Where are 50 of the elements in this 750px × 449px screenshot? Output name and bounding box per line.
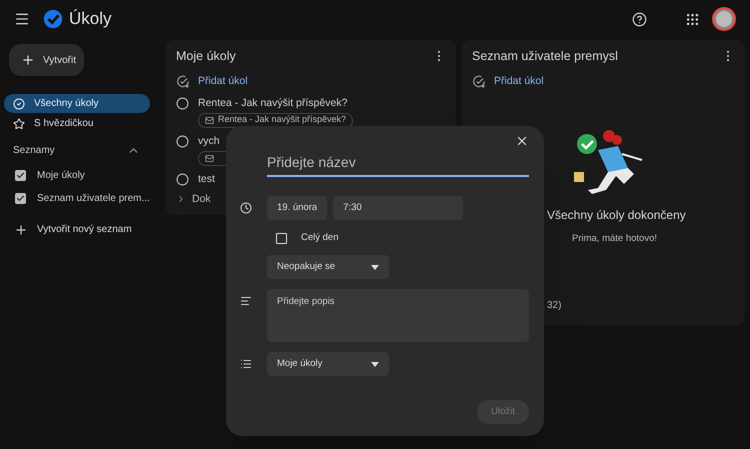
chip-text: Rentea - Jak navýšit příspěvek? xyxy=(218,113,346,126)
list-title: Seznam uživatele premysl xyxy=(472,48,618,65)
title-field[interactable]: Přidejte název xyxy=(267,152,529,177)
help-icon[interactable] xyxy=(632,12,647,26)
task-title[interactable]: Rentea - Jak navýšit příspěvek? xyxy=(198,96,354,110)
task-checkbox[interactable] xyxy=(176,96,189,110)
caret-icon xyxy=(371,362,379,367)
date-button[interactable]: 19. února xyxy=(267,196,328,220)
app-title: Úkoly xyxy=(69,8,112,30)
clock-icon xyxy=(240,202,252,214)
list-checkbox[interactable] xyxy=(15,170,26,181)
add-task-link[interactable]: Přidat úkol xyxy=(494,74,544,90)
add-task-link[interactable]: Přidat úkol xyxy=(198,74,248,90)
list-checkbox[interactable] xyxy=(15,193,26,204)
task-checkbox[interactable] xyxy=(176,172,189,186)
section-title: Seznamy xyxy=(13,144,55,158)
new-list-link[interactable]: Vytvořit nový seznam xyxy=(37,222,132,237)
mail-icon xyxy=(205,116,214,124)
description-field[interactable]: Přidejte popis xyxy=(267,289,529,342)
check-circle-icon xyxy=(13,98,25,110)
list-dropdown[interactable]: Moje úkoly xyxy=(267,352,389,376)
add-task-icon xyxy=(472,74,486,89)
description-icon xyxy=(240,295,252,308)
close-icon[interactable] xyxy=(515,134,529,148)
list-title: Moje úkoly xyxy=(176,48,236,65)
menu-icon[interactable] xyxy=(14,11,30,27)
all-day-label[interactable]: Celý den xyxy=(301,231,338,246)
completed-section-label[interactable]: 32) xyxy=(547,298,745,313)
apps-icon[interactable] xyxy=(685,12,700,26)
list-label[interactable]: Seznam uživatele prem... xyxy=(37,191,150,206)
completed-section-label[interactable]: Dok xyxy=(192,192,211,208)
plus-icon xyxy=(14,222,28,236)
caret-icon xyxy=(371,264,379,270)
empty-state-title: Všechny úkoly dokončeny xyxy=(547,206,687,224)
avatar[interactable] xyxy=(712,7,736,31)
add-task-icon xyxy=(176,74,190,89)
list-label[interactable]: Moje úkoly xyxy=(37,168,85,183)
task-checkbox[interactable] xyxy=(176,134,189,148)
star-icon xyxy=(13,118,25,130)
repeat-dropdown[interactable]: Neopakuje se xyxy=(267,255,389,280)
mail-icon xyxy=(205,154,214,162)
empty-state-text: Prima, máte hotovo! xyxy=(572,232,658,246)
create-button[interactable]: Vytvořit xyxy=(9,44,84,76)
plus-icon xyxy=(21,53,35,67)
task-title[interactable]: test xyxy=(198,172,215,186)
nav-item[interactable]: Všechny úkoly xyxy=(4,94,150,113)
nav-item[interactable]: S hvězdičkou xyxy=(4,114,150,133)
logo-icon xyxy=(42,8,64,30)
all-day-checkbox[interactable] xyxy=(276,232,287,244)
time-button[interactable]: 7:30 xyxy=(333,196,464,220)
